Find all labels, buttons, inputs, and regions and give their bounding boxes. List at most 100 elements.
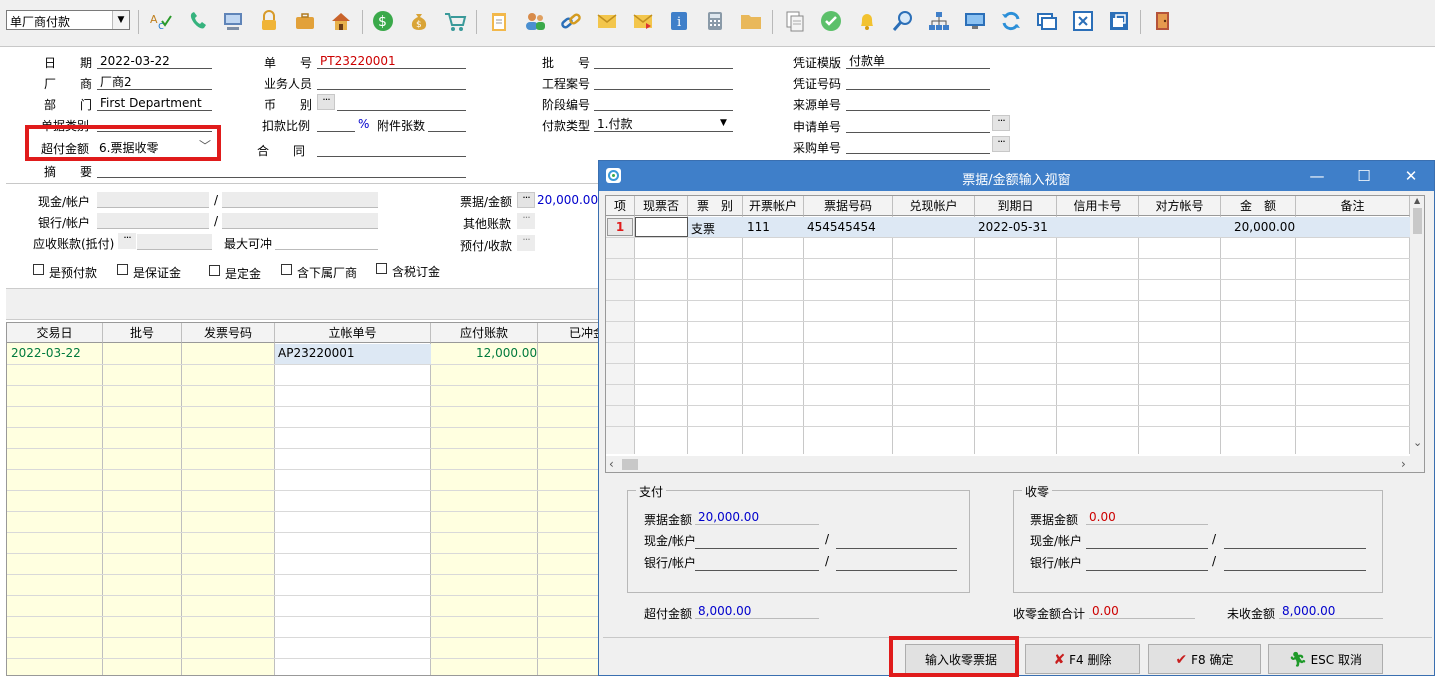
table-cell-due-date[interactable]: 2022-05-31 <box>978 220 1048 234</box>
pay-bank-account-field[interactable] <box>836 556 957 571</box>
currency-lookup-button[interactable]: ··· <box>317 94 335 110</box>
col-header-ap-no[interactable]: 立帐单号 <box>275 323 431 343</box>
close-icon[interactable]: ✕ <box>1401 166 1421 186</box>
maximize-icon[interactable]: ☐ <box>1354 166 1374 186</box>
bank-field[interactable] <box>97 213 209 229</box>
bill-amount-lookup-button[interactable]: ··· <box>517 192 535 208</box>
include-sub-vendors-checkbox[interactable] <box>281 264 292 275</box>
ar-lookup-button[interactable]: ··· <box>118 232 136 249</box>
col-header-redeem-account[interactable]: 兑现帐户 <box>893 196 975 216</box>
monitor-icon[interactable] <box>963 9 987 33</box>
source-no-field[interactable] <box>846 96 990 111</box>
other-ar-lookup-button[interactable]: ··· <box>517 212 535 229</box>
refresh-icon[interactable] <box>999 9 1023 33</box>
table-cell-issue-account[interactable]: 111 <box>747 220 770 234</box>
table-cell-ap-no[interactable]: AP23220001 <box>278 346 355 360</box>
table-cell-date[interactable]: 2022-03-22 <box>11 346 81 360</box>
col-header-index[interactable]: 项 <box>606 196 635 216</box>
pay-bank-field[interactable] <box>695 556 819 571</box>
is-down-payment-checkbox[interactable] <box>209 265 220 276</box>
bank-account-field[interactable] <box>222 213 378 229</box>
phone-icon[interactable] <box>186 9 210 33</box>
pay-cash-field[interactable] <box>695 534 819 549</box>
table-cell-payable[interactable]: 12,000.00 <box>476 346 537 360</box>
col-header-issue-account[interactable]: 开票帐户 <box>743 196 804 216</box>
check-circle-icon[interactable] <box>819 9 843 33</box>
col-header-is-cash[interactable]: 现票否 <box>635 196 688 216</box>
table-cell-bill-type[interactable]: 支票 <box>691 220 715 237</box>
spell-check-icon[interactable]: Ac <box>148 9 172 33</box>
col-header-payable[interactable]: 应付账款 <box>431 323 538 343</box>
currency-field[interactable] <box>337 96 466 111</box>
summary-field[interactable] <box>97 163 466 178</box>
home-icon[interactable] <box>329 9 353 33</box>
change-bank-account-field[interactable] <box>1224 556 1366 571</box>
calculator-icon[interactable] <box>703 9 727 33</box>
col-header-counter-account[interactable]: 对方帐号 <box>1139 196 1221 216</box>
is-deposit-checkbox[interactable] <box>117 264 128 275</box>
col-header-invoice[interactable]: 发票号码 <box>182 323 275 343</box>
col-header-note[interactable]: 备注 <box>1296 196 1410 216</box>
mail-icon[interactable] <box>595 9 619 33</box>
table-cell-amount[interactable]: 20,000.00 <box>1234 220 1295 234</box>
exit-door-icon[interactable] <box>1151 9 1175 33</box>
confirm-button[interactable]: ✔ F8 确定 <box>1148 644 1261 674</box>
scroll-down-icon[interactable]: ⌄ <box>1413 436 1422 449</box>
cancel-button[interactable]: 🏃︎ ESC 取消 <box>1268 644 1383 674</box>
scrollbar-thumb[interactable] <box>1413 208 1422 234</box>
horizontal-scrollbar[interactable]: ‹ › <box>606 456 1424 472</box>
contract-field[interactable] <box>317 142 466 157</box>
link-icon[interactable] <box>559 9 583 33</box>
briefcase-icon[interactable] <box>293 9 317 33</box>
paytype-select[interactable]: 1.付款 <box>594 117 733 132</box>
dollar-icon[interactable]: $ <box>371 9 395 33</box>
info-icon[interactable]: i <box>667 9 691 33</box>
chevron-down-icon[interactable]: ▼ <box>720 118 727 128</box>
salesperson-field[interactable] <box>317 75 466 90</box>
discount-field[interactable] <box>317 117 355 132</box>
vendor-field[interactable]: 厂商2 <box>97 75 212 90</box>
chevron-down-icon[interactable]: ﹀ <box>199 137 211 154</box>
doc-type-select[interactable]: 单厂商付款 ▼ <box>6 10 130 30</box>
payables-grid[interactable]: 交易日 批号 发票号码 立帐单号 应付账款 已冲金 2022-03-22 AP2… <box>6 322 604 676</box>
cash-field[interactable] <box>97 192 209 208</box>
scroll-up-icon[interactable]: ▲ <box>1414 196 1422 205</box>
prepay-lookup-button[interactable]: ··· <box>517 234 535 251</box>
scrollbar-thumb[interactable] <box>622 459 638 470</box>
col-header-amount[interactable]: 金 额 <box>1221 196 1296 216</box>
date-field[interactable]: 2022-03-22 <box>97 54 212 69</box>
delete-button[interactable]: ✘ F4 删除 <box>1025 644 1140 674</box>
pay-cash-account-field[interactable] <box>836 534 957 549</box>
project-field[interactable] <box>594 75 733 90</box>
cell-editor[interactable] <box>635 217 688 237</box>
lock-icon[interactable] <box>257 9 281 33</box>
bill-grid[interactable]: 项 现票否 票 别 开票帐户 票据号码 兑现帐户 到期日 信用卡号 对方帐号 金… <box>605 195 1425 473</box>
col-header-due-date[interactable]: 到期日 <box>975 196 1057 216</box>
folder-icon[interactable] <box>739 9 763 33</box>
col-header-offset[interactable]: 已冲金 <box>538 323 603 343</box>
col-header-bill-type[interactable]: 票 别 <box>688 196 743 216</box>
bell-icon[interactable] <box>855 9 879 33</box>
attachments-field[interactable] <box>428 117 466 132</box>
purchase-no-field[interactable] <box>846 139 990 154</box>
batch-field[interactable] <box>594 54 733 69</box>
is-prepay-checkbox[interactable] <box>33 264 44 275</box>
org-chart-icon[interactable] <box>927 9 951 33</box>
phase-field[interactable] <box>594 96 733 111</box>
col-header-credit-card[interactable]: 信用卡号 <box>1057 196 1139 216</box>
close-box-icon[interactable] <box>1071 9 1095 33</box>
dept-field[interactable]: First Department <box>97 96 212 111</box>
dialog-titlebar[interactable]: 票据/金额输入视窗 — ☐ ✕ <box>599 161 1434 191</box>
apply-no-field[interactable] <box>846 118 990 133</box>
apply-no-lookup-button[interactable]: ··· <box>992 115 1010 131</box>
change-cash-account-field[interactable] <box>1224 534 1366 549</box>
users-icon[interactable] <box>523 9 547 33</box>
cash-account-field[interactable] <box>222 192 378 208</box>
doc-no-field[interactable]: PT23220001 <box>317 54 466 69</box>
ar-offset-field[interactable] <box>137 234 212 250</box>
change-cash-field[interactable] <box>1086 534 1208 549</box>
tax-included-deposit-checkbox[interactable] <box>376 263 387 274</box>
change-bank-field[interactable] <box>1086 556 1208 571</box>
purchase-no-lookup-button[interactable]: ··· <box>992 136 1010 152</box>
voucher-template-field[interactable]: 付款单 <box>846 54 990 69</box>
